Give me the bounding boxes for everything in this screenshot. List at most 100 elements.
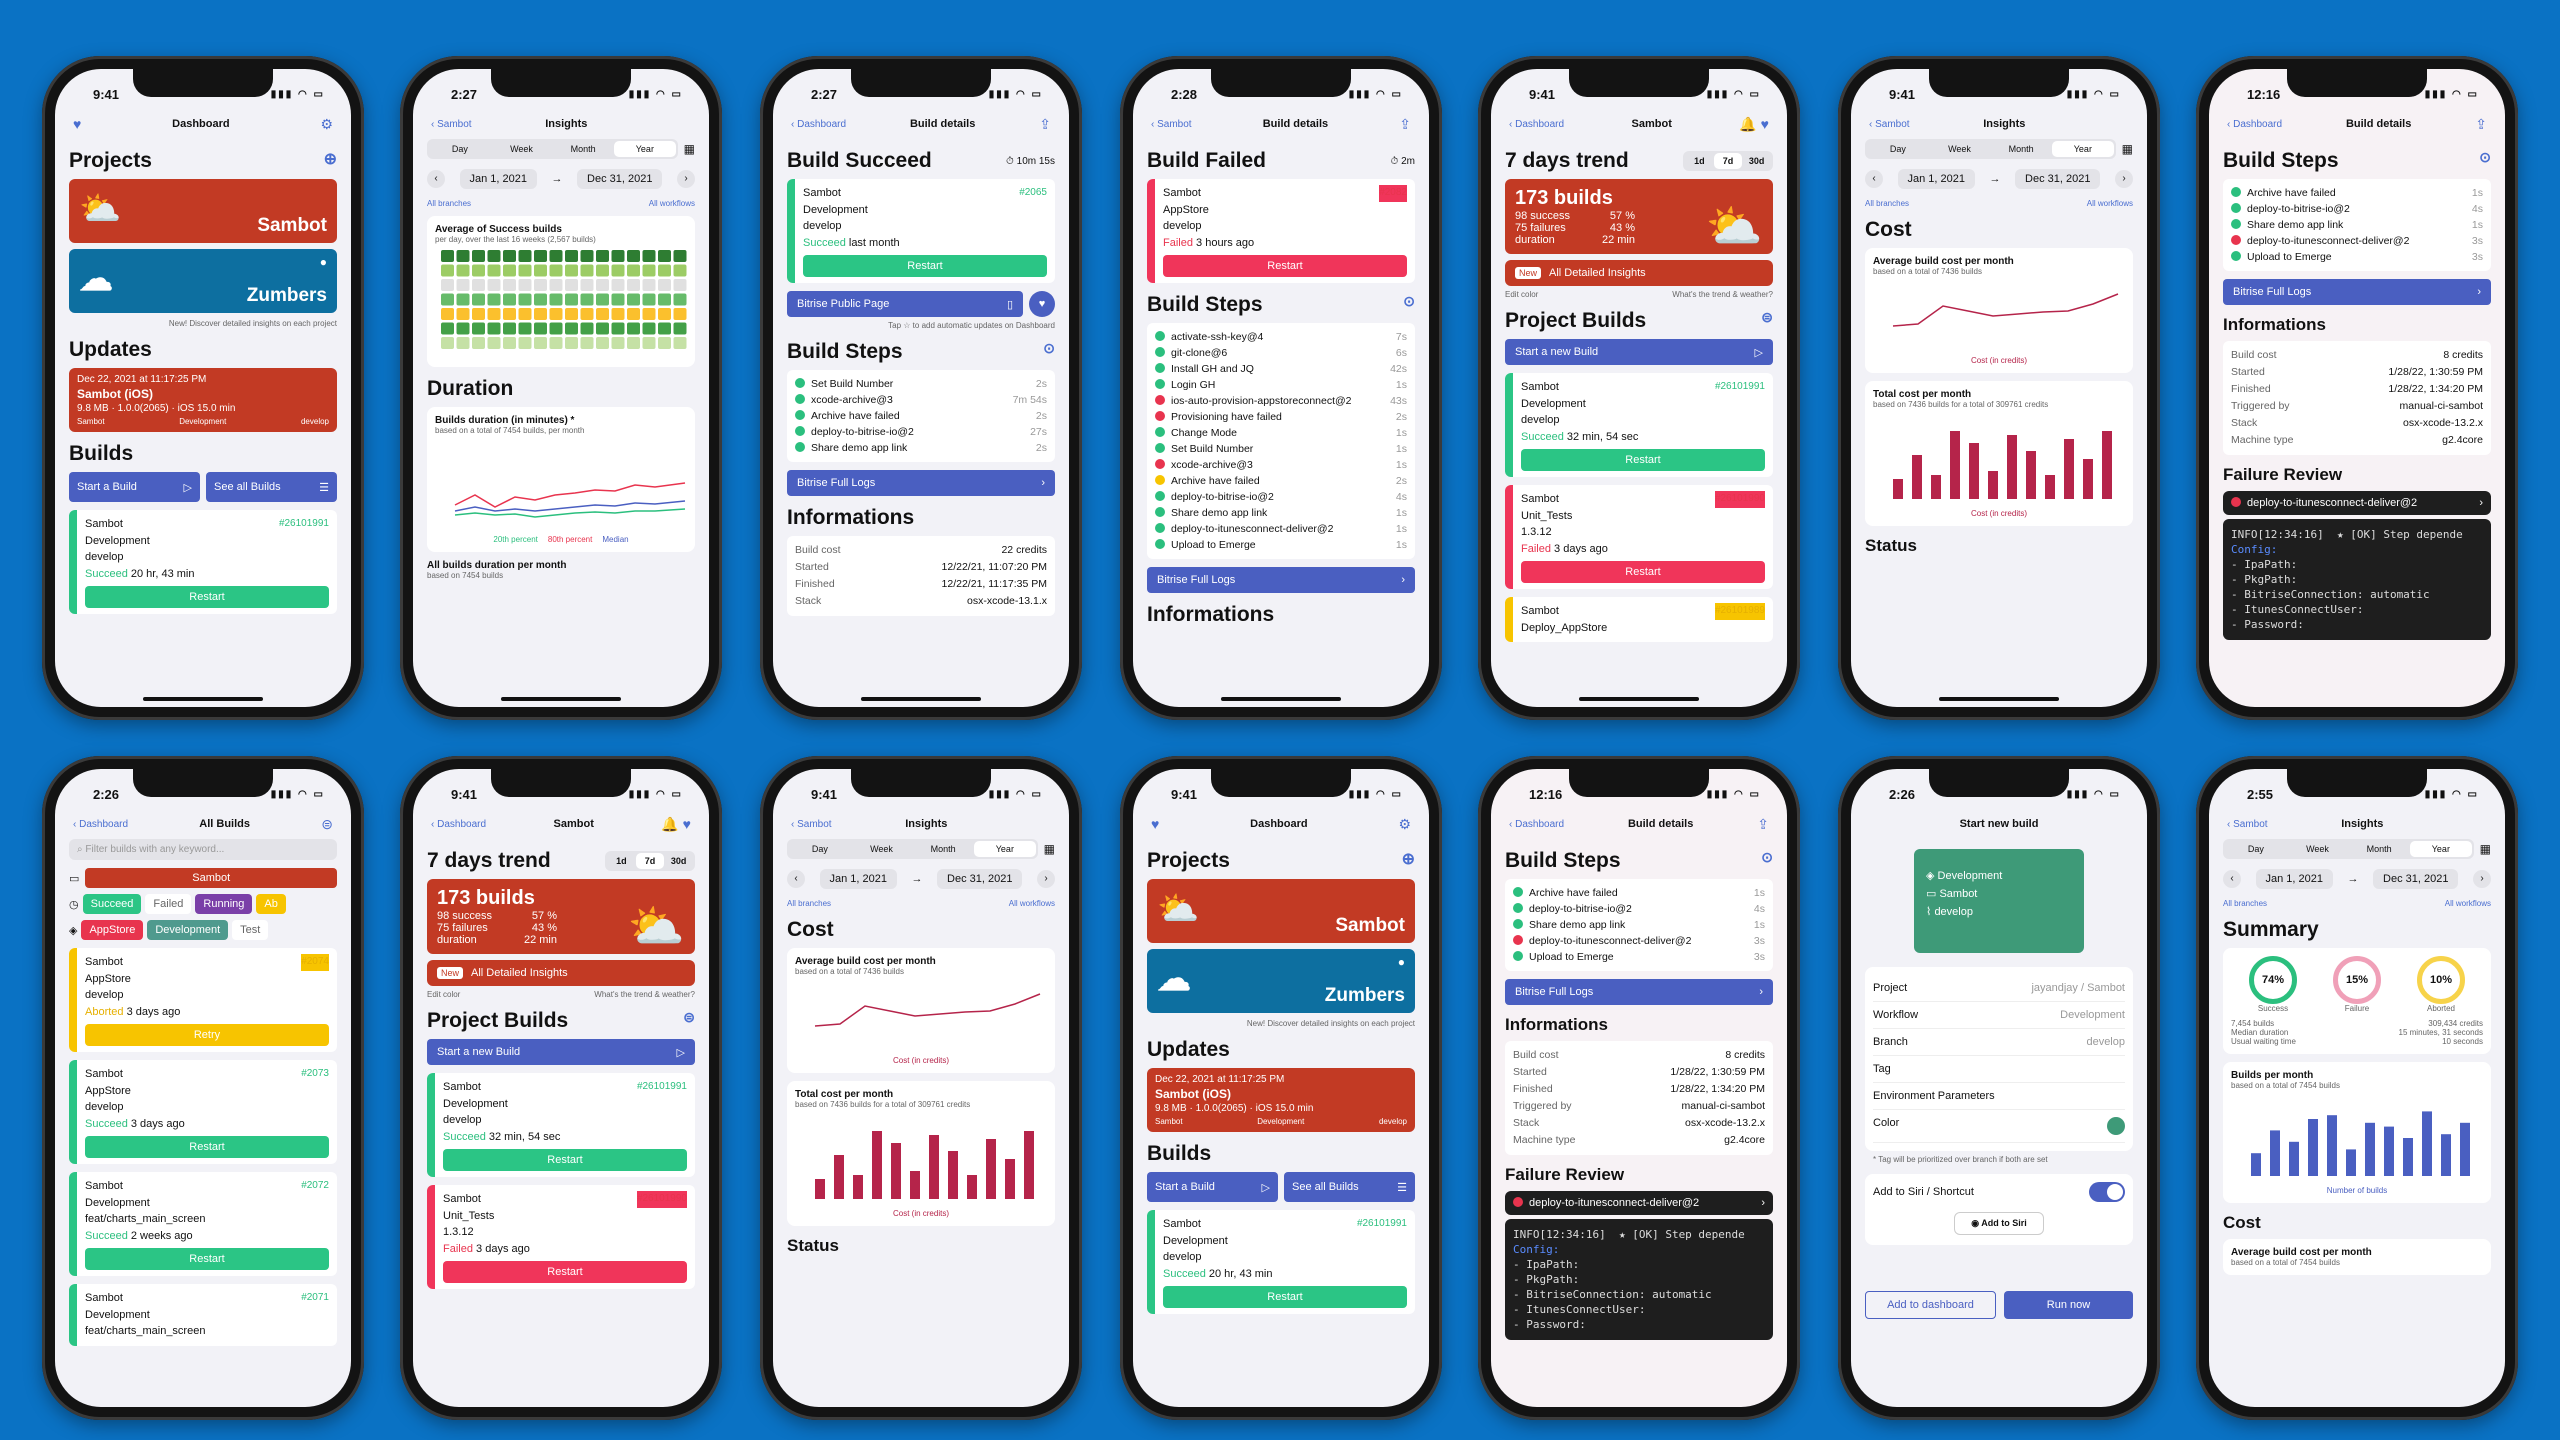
tab-week[interactable]: Week xyxy=(491,141,553,157)
tab-day[interactable]: Day xyxy=(2225,841,2287,857)
next-icon[interactable]: › xyxy=(1037,870,1055,888)
full-logs-button[interactable]: Bitrise Full Logs › xyxy=(1505,979,1773,1005)
tab-1d[interactable]: 1d xyxy=(1685,153,1714,169)
tab-week[interactable]: Week xyxy=(2287,841,2349,857)
form-field-workflow[interactable]: Workflow Development xyxy=(1873,1002,2125,1029)
full-logs-button[interactable]: Bitrise Full Logs › xyxy=(1147,567,1415,593)
all-branches-link[interactable]: All branches xyxy=(2223,899,2267,908)
form-field-project[interactable]: Project jayandjay / Sambot xyxy=(1873,975,2125,1002)
trend-card[interactable]: 173 builds 98 success 57 % 75 failures 43 … xyxy=(427,879,695,954)
search-input[interactable]: ⌕ Filter builds with any keyword... xyxy=(69,839,337,860)
restart-button[interactable]: Restart xyxy=(443,1261,687,1283)
form-field-tag[interactable]: Tag xyxy=(1873,1056,2125,1083)
heart-icon[interactable]: ♥ xyxy=(1029,291,1055,317)
build-step-row[interactable]: Share demo app link 1s xyxy=(1155,505,1407,521)
build-step-row[interactable]: deploy-to-bitrise-io@2 4s xyxy=(2231,201,2483,217)
build-card[interactable]: Sambot #2071 Development feat/charts_main_s… xyxy=(69,1284,337,1346)
start-new-build-button[interactable]: Start a new Build ▷ xyxy=(1505,339,1773,365)
build-card[interactable]: Sambot #26101991 Development develop Succe… xyxy=(1505,373,1773,477)
all-branches-link[interactable]: All branches xyxy=(787,899,831,908)
prev-icon[interactable]: ‹ xyxy=(427,170,445,188)
build-card[interactable]: Sambot #26101991 Development develop Succe… xyxy=(1147,1210,1415,1314)
all-workflows-link[interactable]: All workflows xyxy=(2087,199,2133,208)
restart-button[interactable]: Restart xyxy=(1163,1286,1407,1308)
form-field-branch[interactable]: Branch develop xyxy=(1873,1029,2125,1056)
workflow-chip[interactable]: Development xyxy=(147,920,229,940)
tab-day[interactable]: Day xyxy=(789,841,851,857)
build-card[interactable]: Sambot #2072 Development feat/charts_main_s… xyxy=(69,1172,337,1276)
build-step-row[interactable]: deploy-to-itunesconnect-deliver@2 3s xyxy=(1513,933,1765,949)
gear-icon[interactable]: ⚙ xyxy=(1398,816,1411,833)
build-step-row[interactable]: Share demo app link 1s xyxy=(2231,217,2483,233)
tab-7d[interactable]: 7d xyxy=(635,853,665,869)
add-to-dashboard-button[interactable]: Add to dashboard xyxy=(1865,1291,1996,1319)
add-project-icon[interactable]: ⊕ xyxy=(1402,849,1415,873)
start-build-button[interactable]: Start a Build ▷ xyxy=(69,472,200,502)
build-step-row[interactable]: Archive have failed 2s xyxy=(795,408,1047,424)
bell-heart-icons[interactable]: 🔔 ♥ xyxy=(661,816,691,833)
restart-button[interactable]: Restart xyxy=(1163,255,1407,277)
tab-month[interactable]: Month xyxy=(912,841,974,857)
all-workflows-link[interactable]: All workflows xyxy=(2445,899,2491,908)
build-step-row[interactable]: Share demo app link 2s xyxy=(795,440,1047,456)
build-step-row[interactable]: Provisioning have failed 2s xyxy=(1155,409,1407,425)
build-card[interactable]: Sambot #26101989 Deploy_AppStore xyxy=(1505,597,1773,642)
tab-week[interactable]: Week xyxy=(851,841,913,857)
back-button[interactable]: ‹ Sambot xyxy=(2227,819,2268,830)
calendar-icon[interactable]: ▦ xyxy=(684,142,695,156)
share-icon[interactable]: ⇪ xyxy=(2475,116,2487,133)
period-segment[interactable]: Day Week Month Year xyxy=(1865,139,2116,159)
build-step-row[interactable]: deploy-to-itunesconnect-deliver@2 1s xyxy=(1155,521,1407,537)
build-step-row[interactable]: xcode-archive@3 7m 54s xyxy=(795,392,1047,408)
start-build-button[interactable]: Start a Build ▷ xyxy=(1147,1172,1278,1202)
tab-day[interactable]: Day xyxy=(1867,141,1929,157)
whats-trend-link[interactable]: What's the trend & weather? xyxy=(1672,290,1773,299)
restart-button[interactable]: Restart xyxy=(85,1248,329,1270)
build-step-row[interactable]: deploy-to-bitrise-io@2 27s xyxy=(795,424,1047,440)
workflow-chip[interactable]: Test xyxy=(232,920,269,940)
status-chip-aborted[interactable]: Ab xyxy=(256,894,286,914)
build-step-row[interactable]: deploy-to-bitrise-io@2 4s xyxy=(1155,489,1407,505)
tab-30d[interactable]: 30d xyxy=(1742,153,1771,169)
back-button[interactable]: ‹ Dashboard xyxy=(791,119,846,130)
project-chip[interactable]: Sambot xyxy=(85,868,337,888)
prev-icon[interactable]: ‹ xyxy=(1865,170,1883,188)
build-step-row[interactable]: Install GH and JQ 42s xyxy=(1155,361,1407,377)
build-step-row[interactable]: activate-ssh-key@4 7s xyxy=(1155,329,1407,345)
project-card-sambot[interactable]: ⛅ Sambot xyxy=(1147,879,1415,943)
trend-card[interactable]: 173 builds 98 success 57 % 75 failures 43 … xyxy=(1505,179,1773,254)
restart-button[interactable]: Restart xyxy=(1521,449,1765,471)
gear-icon[interactable]: ⚙ xyxy=(320,116,333,133)
back-button[interactable]: ‹ Sambot xyxy=(791,819,832,830)
see-all-builds-button[interactable]: See all Builds ☰ xyxy=(1284,1172,1415,1202)
tab-30d[interactable]: 30d xyxy=(664,853,693,869)
status-chip-succeed[interactable]: Succeed xyxy=(82,894,142,914)
filter-icon[interactable]: ⊜ xyxy=(1761,309,1773,333)
heart-icon[interactable]: ♥ xyxy=(1151,816,1159,832)
back-button[interactable]: ‹ Sambot xyxy=(1869,119,1910,130)
add-to-siri-button[interactable]: ◉ Add to Siri xyxy=(1954,1212,2044,1235)
build-step-row[interactable]: deploy-to-itunesconnect-deliver@2 3s xyxy=(2231,233,2483,249)
build-step-row[interactable]: Upload to Emerge 1s xyxy=(1155,537,1407,553)
edit-color-link[interactable]: Edit color xyxy=(427,990,460,999)
restart-button[interactable]: Restart xyxy=(85,586,329,608)
run-now-button[interactable]: Run now xyxy=(2004,1291,2133,1319)
build-step-row[interactable]: Share demo app link 1s xyxy=(1513,917,1765,933)
update-card[interactable]: Dec 22, 2021 at 11:17:25 PM Sambot (iOS)… xyxy=(1147,1068,1415,1132)
range-segment[interactable]: 1d 7d 30d xyxy=(605,851,695,871)
build-card[interactable]: Sambot #26101991 Development develop Succ… xyxy=(69,510,337,614)
siri-toggle[interactable] xyxy=(2089,1182,2125,1202)
retry-button[interactable]: Retry xyxy=(85,1024,329,1046)
all-branches-link[interactable]: All branches xyxy=(1865,199,1909,208)
tab-year[interactable]: Year xyxy=(614,141,676,157)
calendar-icon[interactable]: ▦ xyxy=(1044,842,1055,856)
build-card[interactable]: Sambot #2074 AppStore develop Aborted 3 days… xyxy=(69,948,337,1052)
detailed-insights-button[interactable]: New All Detailed Insights xyxy=(427,960,695,986)
failed-step-selector[interactable]: deploy-to-itunesconnect-deliver@2 › xyxy=(2223,491,2491,515)
calendar-icon[interactable]: ▦ xyxy=(2122,142,2133,156)
calendar-icon[interactable]: ▦ xyxy=(2480,842,2491,856)
period-segment[interactable]: Day Week Month Year xyxy=(427,139,678,159)
next-icon[interactable]: › xyxy=(2115,170,2133,188)
tab-year[interactable]: Year xyxy=(974,841,1036,857)
build-step-row[interactable]: ios-auto-provision-appstoreconnect@2 43s xyxy=(1155,393,1407,409)
